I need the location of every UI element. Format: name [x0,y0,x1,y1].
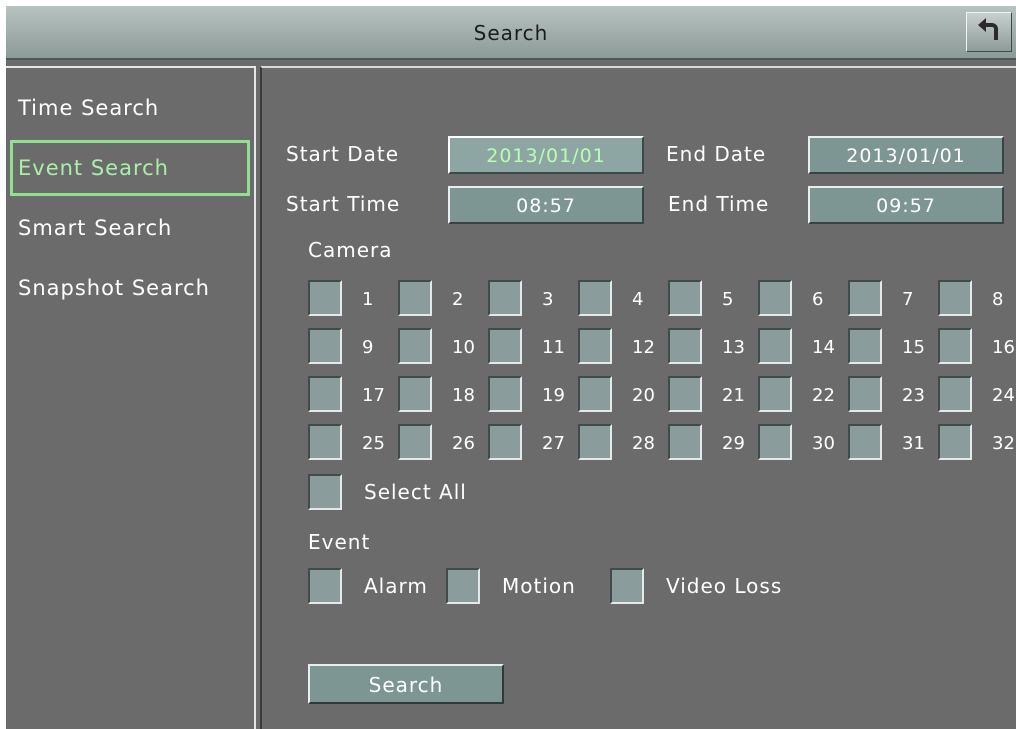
camera-checkbox[interactable] [578,280,612,316]
camera-number-label: 19 [542,385,565,406]
camera-number-label: 31 [902,433,925,454]
camera-checkbox[interactable] [488,424,522,460]
camera-number-label: 14 [812,337,835,358]
camera-label: Camera [308,238,393,262]
camera-checkbox[interactable] [668,328,702,364]
end-date-field[interactable]: 2013/01/01 [808,136,1004,174]
back-button[interactable] [966,12,1012,52]
video-loss-checkbox[interactable] [610,568,644,604]
window-title: Search [473,21,549,45]
camera-checkbox[interactable] [488,280,522,316]
start-time-field[interactable]: 08:57 [448,186,644,224]
camera-checkbox[interactable] [578,328,612,364]
camera-checkbox[interactable] [848,328,882,364]
camera-number-label: 4 [632,289,644,310]
camera-number-label: 32 [992,433,1015,454]
alarm-label: Alarm [364,574,428,598]
camera-number-label: 22 [812,385,835,406]
camera-checkbox[interactable] [938,280,972,316]
camera-checkbox[interactable] [488,328,522,364]
camera-number-label: 3 [542,289,554,310]
start-date-field[interactable]: 2013/01/01 [448,136,644,174]
end-date-label: End Date [666,142,767,166]
camera-number-label: 9 [362,337,374,358]
title-bar: Search [6,6,1016,60]
camera-checkbox[interactable] [578,376,612,412]
camera-checkbox[interactable] [668,376,702,412]
video-loss-label: Video Loss [666,574,783,598]
camera-checkbox[interactable] [398,376,432,412]
sidebar-item-snapshot-search[interactable]: Snapshot Search [6,260,246,316]
camera-checkbox[interactable] [848,280,882,316]
camera-number-label: 7 [902,289,914,310]
camera-number-label: 12 [632,337,655,358]
end-time-field[interactable]: 09:57 [808,186,1004,224]
camera-checkbox[interactable] [758,376,792,412]
back-arrow-icon [976,18,1002,46]
alarm-checkbox[interactable] [308,568,342,604]
camera-number-label: 18 [452,385,475,406]
camera-number-label: 8 [992,289,1004,310]
camera-number-label: 16 [992,337,1015,358]
camera-number-label: 28 [632,433,655,454]
camera-checkbox[interactable] [938,424,972,460]
sidebar: Time Search Event Search Smart Search Sn… [6,66,256,729]
camera-checkbox[interactable] [398,328,432,364]
sidebar-item-time-search[interactable]: Time Search [6,80,246,136]
start-date-label: Start Date [286,142,400,166]
select-all-checkbox[interactable] [308,474,342,510]
camera-number-label: 25 [362,433,385,454]
camera-number-label: 24 [992,385,1015,406]
camera-number-label: 11 [542,337,565,358]
camera-checkbox[interactable] [308,280,342,316]
camera-number-label: 15 [902,337,925,358]
camera-checkbox[interactable] [848,424,882,460]
camera-number-label: 27 [542,433,565,454]
motion-checkbox[interactable] [446,568,480,604]
camera-checkbox[interactable] [308,424,342,460]
search-window: Search Time Search Event Search Smart Se… [6,6,1016,729]
sidebar-item-smart-search[interactable]: Smart Search [6,200,246,256]
camera-number-label: 26 [452,433,475,454]
camera-number-label: 30 [812,433,835,454]
camera-checkbox[interactable] [668,280,702,316]
start-time-label: Start Time [286,192,401,216]
camera-number-label: 21 [722,385,745,406]
camera-number-label: 13 [722,337,745,358]
camera-checkbox[interactable] [938,376,972,412]
camera-number-label: 6 [812,289,824,310]
event-search-panel: Start Date 2013/01/01 End Date 2013/01/0… [260,66,1016,729]
camera-number-label: 2 [452,289,464,310]
camera-number-label: 20 [632,385,655,406]
camera-checkbox[interactable] [758,280,792,316]
camera-checkbox[interactable] [758,424,792,460]
camera-checkbox[interactable] [398,424,432,460]
camera-number-label: 10 [452,337,475,358]
camera-number-label: 5 [722,289,734,310]
camera-checkbox[interactable] [308,376,342,412]
camera-number-label: 1 [362,289,374,310]
camera-number-label: 29 [722,433,745,454]
select-all-label: Select All [364,480,467,504]
camera-checkbox[interactable] [668,424,702,460]
camera-checkbox[interactable] [758,328,792,364]
camera-number-label: 17 [362,385,385,406]
camera-checkbox[interactable] [308,328,342,364]
camera-number-label: 23 [902,385,925,406]
search-button[interactable]: Search [308,664,504,704]
sidebar-item-event-search[interactable]: Event Search [10,140,250,196]
motion-label: Motion [502,574,576,598]
camera-checkbox[interactable] [848,376,882,412]
end-time-label: End Time [668,192,770,216]
camera-checkbox[interactable] [398,280,432,316]
camera-checkbox[interactable] [578,424,612,460]
camera-checkbox[interactable] [938,328,972,364]
event-label: Event [308,530,371,554]
camera-checkbox[interactable] [488,376,522,412]
